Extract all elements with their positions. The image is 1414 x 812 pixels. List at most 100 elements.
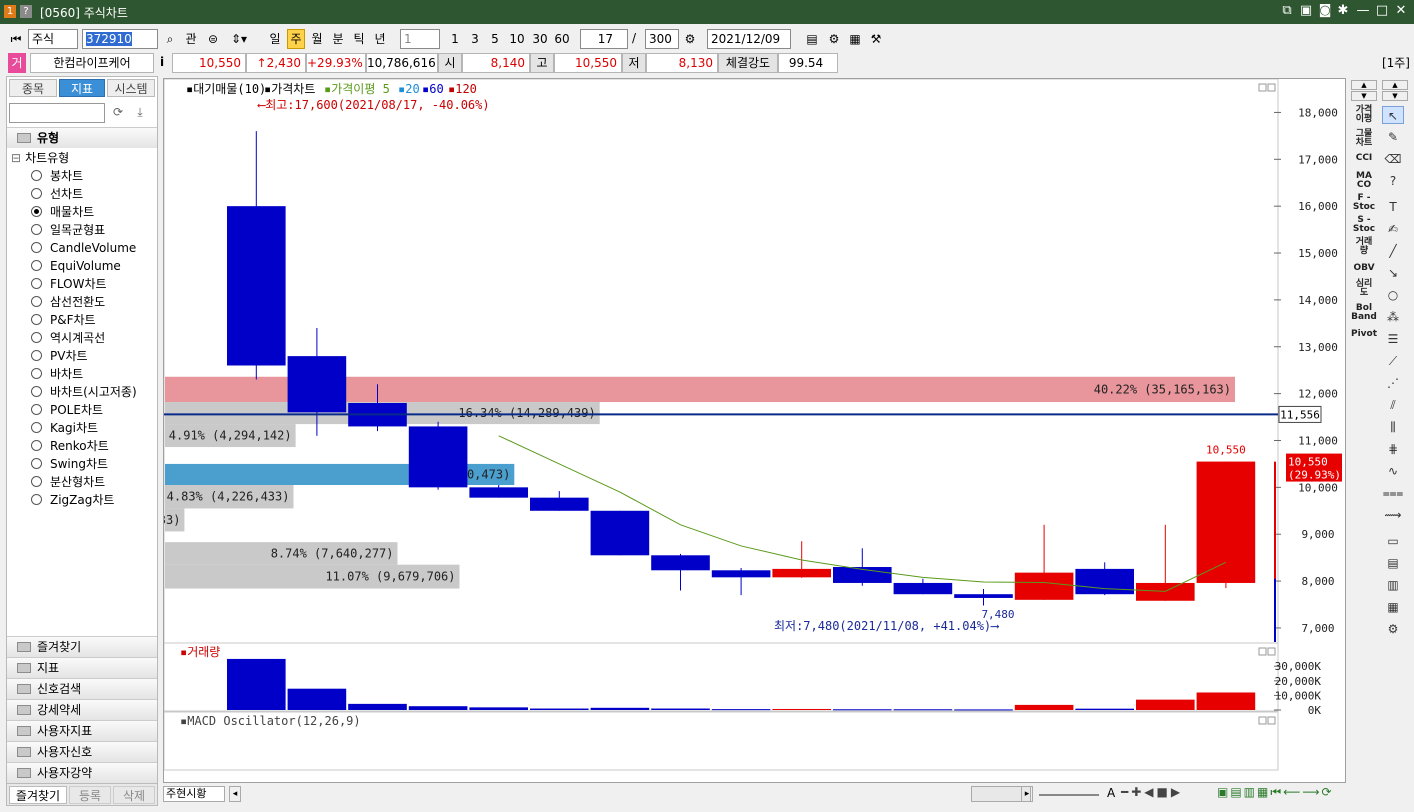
chart-type-15[interactable]: Renko차트 (31, 437, 109, 455)
point-tool-icon[interactable]: ⁂ (1382, 308, 1404, 326)
navigation-icons[interactable]: ━✚◀■▶ (1121, 785, 1183, 799)
circle-tool-icon[interactable]: ○ (1382, 286, 1404, 304)
zoom-slider[interactable] (1039, 786, 1099, 802)
data-tool-icon[interactable]: ▦ (1382, 598, 1404, 616)
copy-icon[interactable]: ▣ (1298, 3, 1314, 19)
new-window-icon[interactable]: ⧉ (1279, 3, 1295, 19)
chart-icon[interactable]: ▤ (802, 29, 822, 49)
indicator-button-1[interactable]: 그물 차트 (1351, 130, 1377, 148)
maximize-button[interactable]: □ (1374, 3, 1390, 19)
chart-type-18[interactable]: ZigZag차트 (31, 491, 114, 509)
indicator-button-2[interactable]: CCI (1351, 154, 1377, 163)
scroll-up-icon[interactable]: ▲ (1351, 80, 1377, 90)
radio-icon[interactable] (31, 332, 42, 343)
config-icon[interactable]: ⚙ (824, 29, 844, 49)
indicator-button-8[interactable]: 심리 도 (1351, 280, 1377, 298)
tab-indicator[interactable]: 지표 (59, 79, 105, 97)
analysis-tool-icon[interactable]: ▥ (1382, 576, 1404, 594)
radio-icon[interactable] (31, 404, 42, 415)
radio-icon[interactable] (31, 350, 42, 361)
search-icon[interactable]: ⌕ (160, 29, 180, 49)
radio-icon[interactable] (31, 188, 42, 199)
total-input[interactable]: 300 (645, 29, 679, 49)
refresh-icon[interactable]: ⟳ (109, 105, 127, 121)
window-number-icon[interactable]: 1 (4, 5, 16, 18)
window-tool-icon[interactable]: ▭ (1382, 532, 1404, 550)
chart-type-6[interactable]: FLOW차트 (31, 275, 107, 293)
minimize-button[interactable]: — (1355, 3, 1371, 19)
section-type[interactable]: 유형 (7, 127, 157, 148)
folder-6[interactable]: 사용자강약 (7, 762, 157, 783)
tab-now[interactable]: 현 (176, 787, 186, 800)
chart-type-7[interactable]: 삼선전환도 (31, 293, 105, 311)
tab-week[interactable]: 주 (166, 787, 176, 800)
period-tick[interactable]: 틱 (349, 29, 369, 49)
chart-type-2[interactable]: 매물차트 (31, 203, 94, 221)
download-icon[interactable]: ⤓ (131, 105, 149, 121)
indicator-button-0[interactable]: 가격 이평 (1351, 106, 1377, 124)
parallel-tool-icon[interactable]: ⫽ (1382, 396, 1404, 414)
radio-icon[interactable] (31, 458, 42, 469)
chart-type-3[interactable]: 일목균형표 (31, 221, 105, 239)
cursor-icon[interactable]: ↖ (1382, 106, 1404, 124)
tab-system[interactable]: 시스템 (107, 79, 155, 97)
tab-stock[interactable]: 종목 (9, 79, 57, 97)
radio-icon[interactable] (31, 476, 42, 487)
register-button[interactable]: 등록 (69, 786, 111, 804)
tree-chart-types[interactable]: ⊟ 차트유형 (11, 149, 69, 167)
fibo-tool-icon[interactable]: ⫼ (1382, 418, 1404, 436)
help-icon[interactable]: ? (20, 5, 32, 18)
radio-icon[interactable] (31, 386, 42, 397)
indicator-search-input[interactable] (9, 103, 105, 123)
radio-icon[interactable] (31, 170, 42, 181)
auto-tool-icon[interactable]: ⟿ (1382, 506, 1404, 524)
count-input[interactable]: 17 (580, 29, 628, 49)
radio-icon[interactable] (31, 440, 42, 451)
indicator-button-9[interactable]: Bol Band (1351, 304, 1377, 322)
ray-tool-icon[interactable]: ↘ (1382, 264, 1404, 282)
help-tool-icon[interactable]: ? (1382, 172, 1404, 190)
indicator-button-10[interactable]: Pivot (1351, 330, 1377, 339)
radio-icon[interactable] (31, 494, 42, 505)
chart-type-9[interactable]: 역시계곡선 (31, 329, 105, 347)
wave-tool-icon[interactable]: ∿ (1382, 462, 1404, 480)
tab-status[interactable]: 황 (196, 787, 206, 800)
chart-type-0[interactable]: 봉차트 (31, 167, 83, 185)
folder-5[interactable]: 사용자신호 (7, 741, 157, 762)
tools-icon[interactable]: ⚒ (866, 29, 886, 49)
chart-type-8[interactable]: P&F차트 (31, 311, 96, 329)
scroll-right-icon[interactable]: ▸ (1021, 786, 1033, 802)
zoom-icon[interactable]: ⚙ (680, 29, 700, 49)
quick-60[interactable]: 60 (551, 29, 573, 49)
folder-0[interactable]: 즐겨찾기 (7, 636, 157, 657)
period-week[interactable]: 주 (287, 29, 305, 49)
pen-tool-icon[interactable]: ✍ (1382, 220, 1404, 238)
quick-30[interactable]: 30 (529, 29, 551, 49)
chart-type-4[interactable]: CandleVolume (31, 239, 136, 257)
settings-tool-icon[interactable]: ⚙ (1382, 620, 1404, 638)
tab-market[interactable]: 시 (186, 787, 196, 800)
close-button[interactable]: ✕ (1393, 3, 1409, 19)
indicator-button-6[interactable]: 거래 량 (1351, 238, 1377, 256)
chart-type-5[interactable]: EquiVolume (31, 257, 121, 275)
scroll-left-icon[interactable]: ◂ (229, 786, 241, 802)
period-year[interactable]: 년 (370, 29, 390, 49)
chart-type-14[interactable]: Kagi차트 (31, 419, 98, 437)
radio-icon[interactable] (31, 278, 42, 289)
market-select[interactable]: 주식 (28, 29, 78, 49)
folder-1[interactable]: 지표 (7, 657, 157, 678)
tab-favorites[interactable]: 즐겨찾기 (9, 786, 67, 804)
indicator-button-7[interactable]: OBV (1351, 264, 1377, 273)
period-minute[interactable]: 분 (328, 29, 348, 49)
quick-10[interactable]: 10 (506, 29, 528, 49)
quick-3[interactable]: 3 (466, 29, 484, 49)
date-select[interactable]: 2021/12/09 (707, 29, 791, 49)
multiplier-select[interactable]: 1 (400, 29, 440, 49)
chart-type-10[interactable]: PV차트 (31, 347, 88, 365)
print-tool-icon[interactable]: ▤ (1382, 554, 1404, 572)
folder-3[interactable]: 강세약세 (7, 699, 157, 720)
radio-icon[interactable] (31, 206, 42, 217)
chart-type-13[interactable]: POLE차트 (31, 401, 103, 419)
font-icon[interactable]: A (1107, 786, 1115, 800)
period-day[interactable]: 일 (265, 29, 285, 49)
